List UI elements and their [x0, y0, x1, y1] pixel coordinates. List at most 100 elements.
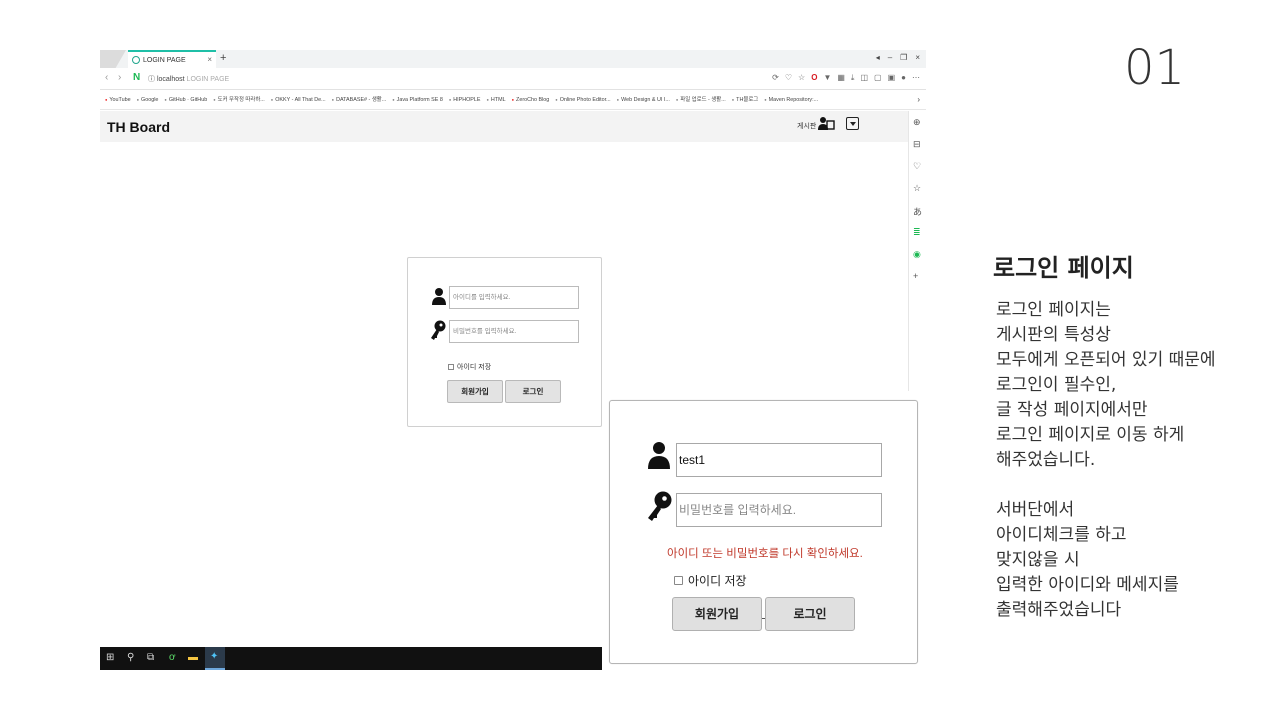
new-tab-button[interactable]: +: [220, 52, 226, 64]
url-field[interactable]: ⓘ localhost LOGIN PAGE: [148, 74, 229, 84]
tab-bar: LOGIN PAGE × + ◂ – ❐ ×: [100, 50, 926, 68]
search-icon[interactable]: ⊕: [913, 117, 921, 128]
flag-icon[interactable]: ▦: [837, 73, 845, 83]
key-icon: [648, 491, 672, 521]
section-description: 로그인 페이지는 게시판의 특성상 모두에게 오픈되어 있기 때문에 로그인이 필수인…: [996, 298, 1276, 623]
bookmark-item[interactable]: DATABASE# - 생활...: [332, 90, 386, 109]
description-line: 로그인 페이지로 이동 하게: [996, 425, 1185, 445]
bookmark-item[interactable]: OKKY - All That De...: [271, 90, 325, 109]
bookmark-item[interactable]: YouTube: [105, 90, 130, 109]
bookmark-item[interactable]: Java Platform SE 8: [392, 90, 443, 109]
remember-id-label: 아이디 저장: [457, 364, 492, 371]
description-line: 글 작성 페이지에서만: [996, 400, 1148, 420]
sound-icon[interactable]: ◂: [876, 53, 880, 62]
extension-icon[interactable]: ◫: [860, 73, 868, 83]
bookmark-item[interactable]: Google: [137, 90, 158, 109]
list-icon[interactable]: ≣: [913, 227, 921, 238]
active-app-icon[interactable]: ✦: [205, 647, 225, 670]
checkbox-box[interactable]: [448, 364, 454, 370]
shield-icon[interactable]: ♡: [913, 161, 921, 172]
id-input[interactable]: 아이디를 입력하세요.: [449, 286, 579, 309]
login-form-small: 아이디를 입력하세요. 비밀번호를 입력하세요. 아이디 저장 회원가입 로그인: [407, 257, 602, 427]
bookmark-star-icon[interactable]: ☆: [798, 73, 805, 83]
translate-icon[interactable]: あ: [913, 205, 922, 218]
search-icon[interactable]: ⚲: [127, 652, 134, 663]
bookmark-item[interactable]: TH블로그: [732, 90, 758, 109]
user-login-icon[interactable]: [817, 116, 835, 132]
description-line: 모두에게 오픈되어 있기 때문에: [996, 350, 1216, 370]
signup-button[interactable]: 회원가입: [672, 597, 762, 631]
description-line: 로그인이 필수인,: [996, 375, 1117, 395]
site-brand[interactable]: TH Board: [107, 119, 170, 135]
windows-taskbar: ⊞ ⚲ ⧉ ơ ▬ ✦: [100, 647, 602, 670]
naver-whale-logo-icon[interactable]: N: [133, 72, 140, 83]
address-bar-icons: ⟳ ♡ ☆ O ▼ ▦ ⤓ ◫ ▢ ▣ ● ⋯: [772, 73, 920, 83]
bookmarks-overflow-icon[interactable]: ›: [917, 90, 920, 109]
key-icon: [431, 320, 446, 340]
password-input[interactable]: 비밀번호를 입력하세요.: [449, 320, 579, 343]
login-button[interactable]: 로그인: [765, 597, 855, 631]
remember-id-checkbox[interactable]: 아이디 저장: [448, 362, 491, 372]
description-line: 게시판의 특성상: [996, 325, 1111, 345]
login-error-message: 아이디 또는 비밀번호를 다시 확인하세요.: [667, 548, 863, 560]
bookmark-item[interactable]: Online Photo Editor...: [555, 90, 611, 109]
windows-start-icon[interactable]: ⊞: [106, 652, 114, 663]
remember-id-label: 아이디 저장: [688, 574, 747, 588]
more-menu-icon[interactable]: ⋯: [912, 73, 920, 83]
reload-icon[interactable]: ⟳: [772, 73, 779, 83]
capture-icon[interactable]: ▢: [874, 73, 882, 83]
back-icon[interactable]: ‹: [105, 72, 108, 83]
site-header: TH Board 게시판: [100, 111, 908, 142]
page-loading-icon: [132, 56, 140, 64]
download-icon[interactable]: ⤓: [851, 73, 855, 83]
signup-button[interactable]: 회원가입: [447, 380, 503, 403]
bookmark-item[interactable]: HTML: [487, 90, 506, 109]
description-line: 입력한 아이디와 메세지를: [996, 575, 1179, 595]
user-icon: [648, 442, 670, 469]
opera-icon[interactable]: O: [811, 73, 817, 83]
password-input[interactable]: 비밀번호를 입력하세요.: [676, 493, 882, 527]
window-controls: ◂ – ❐ ×: [876, 53, 920, 62]
bookmark-item[interactable]: 도커 무작정 따라하...: [213, 90, 265, 109]
bookmark-item[interactable]: 파일 업로드 - 생활...: [676, 90, 726, 109]
dropdown-toggle-icon[interactable]: [846, 117, 859, 130]
bookmark-item[interactable]: Maven Repository:...: [764, 90, 818, 109]
inactive-tab[interactable]: [100, 50, 126, 68]
description-line: 서버단에서: [996, 500, 1075, 520]
description-line: 출력해주었습니다: [996, 600, 1122, 620]
file-explorer-icon[interactable]: ▬: [188, 652, 198, 663]
minimize-button[interactable]: –: [888, 53, 892, 62]
shield-icon[interactable]: ♡: [785, 73, 792, 83]
login-button[interactable]: 로그인: [505, 380, 561, 403]
login-form-enlarged: test1 비밀번호를 입력하세요. 아이디 또는 비밀번호를 다시 확인하세요…: [609, 400, 918, 664]
tab-close-icon[interactable]: ×: [207, 55, 212, 64]
section-title: 로그인 페이지: [993, 254, 1134, 282]
bookmarks-bar: YouTube Google GitHub · GitHub 도커 무작정 따라하..…: [100, 90, 926, 110]
bookmark-item[interactable]: ZeroCho Blog: [512, 90, 549, 109]
favorites-icon[interactable]: ☆: [913, 183, 921, 194]
id-input[interactable]: test1: [676, 443, 882, 477]
filter-icon[interactable]: ▼: [823, 73, 831, 83]
board-link[interactable]: 게시판: [797, 121, 816, 131]
bookmark-item[interactable]: HIPHOPLE: [449, 90, 480, 109]
tab-title: LOGIN PAGE: [143, 56, 186, 64]
restore-button[interactable]: ❐: [900, 53, 907, 62]
url-path: LOGIN PAGE: [186, 76, 230, 83]
play-icon[interactable]: ◉: [913, 249, 921, 260]
forward-icon[interactable]: ›: [118, 72, 121, 83]
task-view-icon[interactable]: ⧉: [147, 652, 154, 663]
sidebar-toggle-icon[interactable]: ▣: [888, 73, 896, 83]
profile-icon[interactable]: ●: [901, 73, 906, 83]
storage-icon[interactable]: ⊟: [913, 139, 921, 150]
close-window-button[interactable]: ×: [915, 53, 920, 62]
bookmark-item[interactable]: Web Design & UI I...: [617, 90, 670, 109]
browser-sidebar: ⊕ ⊟ ♡ ☆ あ ≣ ◉ +: [908, 111, 926, 391]
add-icon[interactable]: +: [913, 271, 918, 281]
checkbox-box[interactable]: [674, 576, 683, 585]
app-green-icon[interactable]: ơ: [169, 652, 176, 663]
description-line: 맞지않을 시: [996, 550, 1080, 570]
description-line: [996, 473, 1276, 498]
bookmark-item[interactable]: GitHub · GitHub: [164, 90, 207, 109]
remember-id-checkbox[interactable]: 아이디 저장: [674, 572, 747, 589]
tab-login-page[interactable]: LOGIN PAGE ×: [128, 50, 216, 68]
